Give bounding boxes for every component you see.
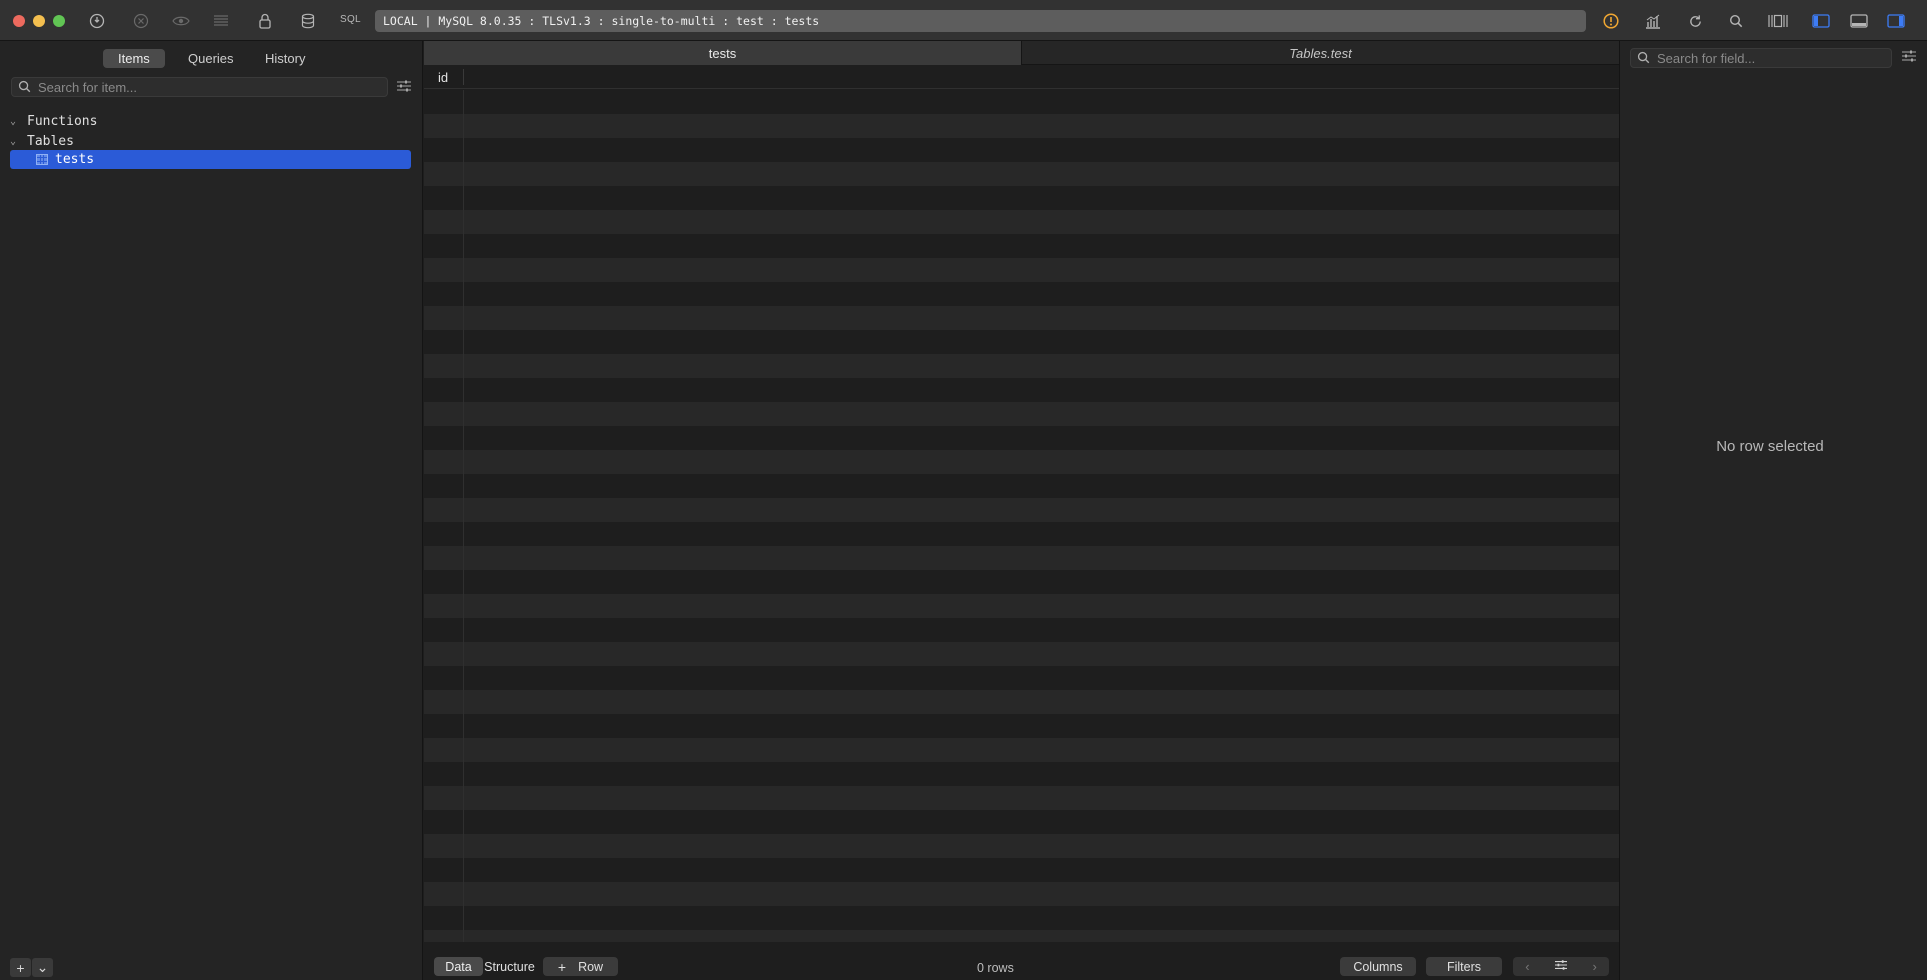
tree-item-label: tests <box>55 152 95 167</box>
tab-tests[interactable]: tests <box>424 41 1021 65</box>
page-settings-icon[interactable] <box>1554 959 1568 974</box>
columns-button[interactable]: Columns <box>1340 957 1416 976</box>
tab-bar: tests Tables.test <box>424 41 1619 65</box>
filters-button[interactable]: Filters <box>1426 957 1502 976</box>
toolbar: SQL LOCAL | MySQL 8.0.35 : TLSv1.3 : sin… <box>0 0 1927 41</box>
table-icon <box>36 154 48 165</box>
search-icon <box>1637 51 1650 67</box>
refresh-icon[interactable] <box>1685 11 1705 31</box>
field-search-input[interactable] <box>1657 50 1887 67</box>
tab-queries[interactable]: Queries <box>173 49 249 68</box>
column-resize-handle[interactable] <box>463 69 464 85</box>
structure-view-button[interactable]: Structure <box>484 957 535 976</box>
grid-column-divider <box>463 90 464 942</box>
column-header-id[interactable]: id <box>438 70 448 85</box>
search-icon <box>18 80 31 96</box>
search-icon[interactable] <box>1726 11 1746 31</box>
plus-icon: + <box>557 958 567 975</box>
tree-item-tests[interactable]: tests <box>36 150 94 169</box>
cancel-icon[interactable] <box>131 11 151 31</box>
tree-group-tables[interactable]: ⌄ Tables <box>10 132 74 151</box>
database-icon[interactable] <box>298 11 318 31</box>
toggle-bottom-panel-icon[interactable] <box>1849 11 1869 31</box>
preview-eye-icon[interactable] <box>171 11 191 31</box>
sidebar: Items Queries History ⌄ Functions ⌄ Tabl… <box>0 41 423 980</box>
column-header-row: id <box>424 65 1619 89</box>
empty-state-message: No row selected <box>1716 438 1824 455</box>
toggle-left-panel-icon[interactable] <box>1811 11 1831 31</box>
tree-group-label: Tables <box>27 134 74 149</box>
lock-icon[interactable] <box>255 11 275 31</box>
warning-icon[interactable] <box>1601 11 1621 31</box>
item-search-input[interactable] <box>38 79 378 96</box>
add-row-label: Row <box>578 959 604 974</box>
filter-settings-icon[interactable] <box>396 79 412 96</box>
toggle-right-panel-icon[interactable] <box>1886 11 1906 31</box>
format-lines-icon[interactable] <box>211 11 231 31</box>
tree-group-functions[interactable]: ⌄ Functions <box>10 112 97 131</box>
data-grid[interactable] <box>424 90 1619 942</box>
previous-page-icon[interactable]: ‹ <box>1525 959 1529 974</box>
close-window-button[interactable] <box>13 15 25 27</box>
data-bottom-bar: Data Structure + Row 0 rows Columns Filt… <box>424 952 1619 980</box>
add-options-dropdown[interactable]: ⌄ <box>32 958 53 977</box>
main-content: tests Tables.test id Data Structure + Ro… <box>424 41 1619 980</box>
chevron-down-icon: ⌄ <box>10 136 17 147</box>
data-view-button[interactable]: Data <box>434 957 483 976</box>
pagination: ‹ › <box>1513 957 1609 976</box>
tab-items[interactable]: Items <box>103 49 165 68</box>
detail-panel: No row selected <box>1619 41 1927 980</box>
item-search-box <box>11 77 388 97</box>
maximize-window-button[interactable] <box>53 15 65 27</box>
connection-icon[interactable] <box>87 11 107 31</box>
columns-layout-icon[interactable] <box>1768 11 1788 31</box>
minimize-window-button[interactable] <box>33 15 45 27</box>
add-item-button[interactable]: + <box>10 958 31 977</box>
sidebar-bottom-bar: + ⌄ <box>10 958 54 977</box>
tab-tables-test[interactable]: Tables.test <box>1021 41 1619 65</box>
sql-button[interactable]: SQL <box>340 14 361 25</box>
next-page-icon[interactable]: › <box>1592 959 1596 974</box>
row-count: 0 rows <box>977 961 1014 975</box>
tree-group-label: Functions <box>27 114 98 129</box>
field-search-box <box>1630 48 1892 68</box>
chevron-down-icon: ⌄ <box>10 116 17 127</box>
add-row-button[interactable]: + Row <box>543 957 618 976</box>
tab-history[interactable]: History <box>250 49 320 68</box>
connection-info-bar[interactable]: LOCAL | MySQL 8.0.35 : TLSv1.3 : single-… <box>375 10 1586 32</box>
field-filter-icon[interactable] <box>1901 49 1917 66</box>
chart-icon[interactable] <box>1643 11 1663 31</box>
